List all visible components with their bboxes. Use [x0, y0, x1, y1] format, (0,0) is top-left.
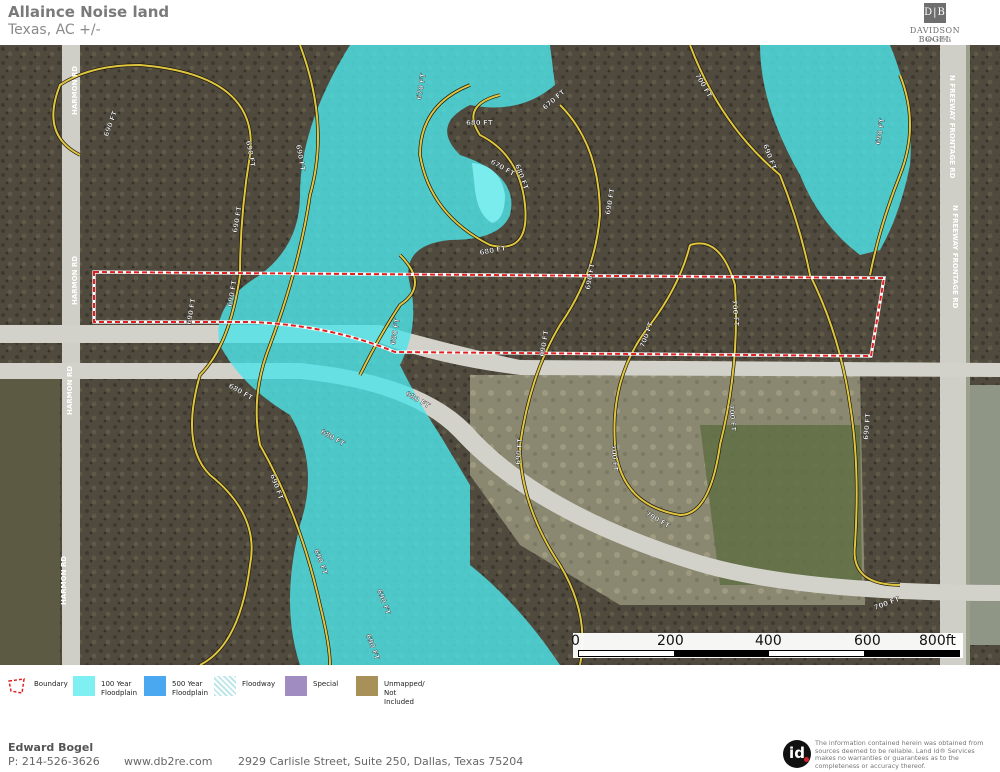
scale-segment: [674, 651, 769, 656]
logo-mark: D|B: [924, 3, 946, 23]
grass-field: [700, 425, 862, 585]
floodplain-500-swatch: [144, 676, 166, 696]
disclaimer-text: The information contained herein was obt…: [815, 739, 984, 770]
company-website[interactable]: www.db2re.com: [124, 755, 212, 768]
page-subtitle: Texas, AC +/-: [8, 22, 101, 38]
scale-tick-0: 0: [571, 633, 580, 649]
legend-label: Boundary: [34, 680, 68, 688]
agent-name: Edward Bogel: [8, 741, 94, 754]
freeway-median: [966, 45, 970, 665]
road-label-frontage-top: N FREEWAY FRONTAGE RD: [948, 75, 956, 179]
legend-label: Unmapped/ Not Included: [384, 680, 425, 706]
legend-label: 100 Year Floodplain: [101, 680, 138, 697]
scale-segment: [864, 651, 959, 656]
logo-sub: REAL ESTATE: [925, 37, 952, 42]
contour-label: 680 FT: [466, 119, 493, 127]
scale-tick-600: 600: [854, 633, 881, 649]
road-label-frontage-mid: N FREEWAY FRONTAGE RD: [951, 205, 959, 309]
lot-right: [968, 385, 1000, 645]
page-title: Allaince Noise land: [8, 3, 170, 21]
company-address: 2929 Carlisle Street, Suite 250, Dallas,…: [238, 755, 524, 768]
special-swatch: [285, 676, 307, 696]
road-label-harmon-mid: HARMON RD: [71, 256, 79, 305]
scale-tick-400: 400: [755, 633, 782, 649]
map-view[interactable]: HARMON RD HARMON RD HARMON RD HARMON RD …: [0, 45, 1000, 665]
land-id-logo-dot: [804, 757, 809, 762]
boundary-icon: [8, 678, 25, 694]
legend-label: Floodway: [242, 680, 276, 688]
grass-lot-left: [0, 375, 60, 665]
legend: Boundary 100 Year Floodplain 500 Year Fl…: [0, 668, 1000, 708]
unmapped-swatch: [356, 676, 378, 696]
scale-tick-200: 200: [657, 633, 684, 649]
map-canvas: HARMON RD HARMON RD HARMON RD HARMON RD …: [0, 45, 1000, 665]
legend-label: 500 Year Floodplain: [172, 680, 209, 697]
legend-label: Special: [313, 680, 339, 688]
header: Allaince Noise land Texas, AC +/- D|B DA…: [0, 0, 1000, 45]
floodway-swatch: [214, 676, 236, 696]
land-id-logo: id: [783, 740, 811, 768]
road-label-harmon-bottom: HARMON RD: [60, 556, 68, 605]
agent-phone: P: 214-526-3626: [8, 755, 100, 768]
floodplain-100-swatch: [73, 676, 95, 696]
road-label-harmon-top: HARMON RD: [71, 66, 79, 115]
road-label-harmon-low: HARMON RD: [66, 366, 74, 415]
davidson-bogel-logo: D|B DAVIDSON BOGEL REAL ESTATE: [895, 3, 965, 44]
scale-bar: 0 200 400 600 800ft: [571, 633, 963, 658]
scale-bar-track: [578, 650, 960, 657]
scale-tick-800: 800ft: [919, 633, 956, 649]
